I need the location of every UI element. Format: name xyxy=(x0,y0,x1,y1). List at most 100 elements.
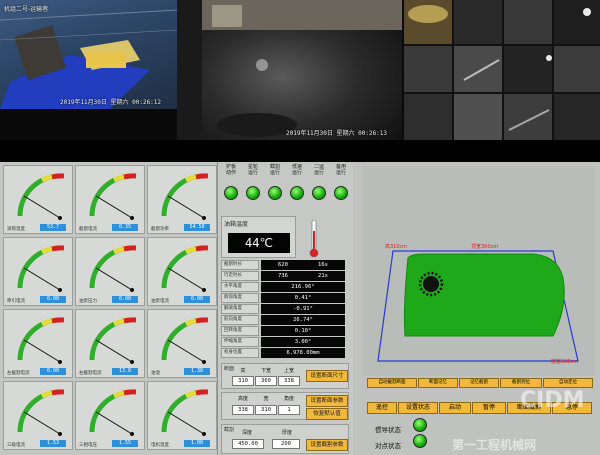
parameter-row: 行走时长 736 21s xyxy=(221,271,349,281)
status-lamp-icon xyxy=(290,186,304,200)
parameter-value: 26.74° xyxy=(261,315,345,325)
parameter-label: 回转角度 xyxy=(221,326,259,336)
gauge: 0.00 左截割电流 xyxy=(3,309,73,378)
cutting-thickness-field[interactable]: 200 xyxy=(272,439,300,449)
camera-1-scene xyxy=(0,9,177,109)
section-header-height: 高 xyxy=(240,368,246,374)
parameter-row: 机身位置 6.978.00mm xyxy=(221,348,349,358)
gauge-value: 0.00 xyxy=(112,296,138,303)
gauge-needle xyxy=(167,339,205,363)
parameter-label: 水平角度 xyxy=(221,282,259,292)
gauge-needle xyxy=(167,195,205,219)
status-lamp-group[interactable]: 二运 运行 xyxy=(309,164,329,200)
section-top-width-field[interactable]: 338 xyxy=(278,376,300,386)
section2-header-angle: 角度 xyxy=(283,396,294,402)
mode-button[interactable]: 自动截割断面 xyxy=(367,378,417,388)
cctv-wall: 机组二号-运输巷 2019年11月30日 星期六 00:26:12 2019年1… xyxy=(0,0,600,140)
restore-defaults-button[interactable]: 恢复默认值 xyxy=(306,408,348,420)
gauge: 13.8 右截割电流 xyxy=(75,309,145,378)
parameter-value-pair: 736 21s xyxy=(261,271,345,281)
alignment-indicator xyxy=(413,434,427,448)
parameter-value: 216.96° xyxy=(261,282,345,292)
parameter-value-b: 21s xyxy=(318,273,328,279)
status-lamp-group[interactable]: 星轮 运行 xyxy=(243,164,263,200)
gauge-needle xyxy=(95,339,133,363)
camera-feed-1[interactable]: 机组二号-运输巷 2019年11月30日 星期六 00:26:12 xyxy=(0,0,177,109)
parameter-row: 俯仰角度 0.41° xyxy=(221,293,349,303)
section2-height-field[interactable]: 338 xyxy=(232,405,254,415)
gauge-dial xyxy=(161,245,209,292)
status-lamp-icon xyxy=(334,186,348,200)
section2-angle-field[interactable]: 1 xyxy=(278,405,300,415)
gauge: 1.53 三级电流 xyxy=(3,381,73,450)
set-cutting-params-button[interactable]: 设置截割参数 xyxy=(306,439,348,451)
mode-button[interactable]: 截割到位 xyxy=(500,378,542,388)
status-lamp-icon xyxy=(246,186,260,200)
gauge-value: 0.35 xyxy=(112,224,138,231)
gauge-label: 油泵电流 xyxy=(151,299,169,304)
gauge-dial xyxy=(89,317,137,364)
parameter-label: 截割时长 xyxy=(221,260,259,270)
mode-button[interactable]: 记忆截割 xyxy=(459,378,499,388)
parameter-value-b: 16s xyxy=(318,262,328,268)
parameter-value: 0.10° xyxy=(261,326,345,336)
cutting-depth-field[interactable]: 450.00 xyxy=(232,439,264,449)
gauge-label: 三级电流 xyxy=(7,443,25,448)
control-button[interactable]: 遥控 xyxy=(367,402,397,414)
status-lamp-label: 星轮 运行 xyxy=(247,164,258,176)
gauge: 1.38 油温 xyxy=(147,309,217,378)
gauge-dial xyxy=(17,317,65,364)
section2-width-field[interactable]: 310 xyxy=(255,405,277,415)
camera-feed-2[interactable]: 2019年11月30日 星期六 00:26:13 xyxy=(202,0,402,140)
camera-1-label: 机组二号-运输巷 xyxy=(4,6,49,13)
camera-grid-tiles xyxy=(404,0,600,140)
section2-header-width: 宽 xyxy=(263,396,269,402)
gauge-label: 油温 xyxy=(151,371,160,376)
control-button[interactable]: 启动 xyxy=(439,402,471,414)
status-lamp-group[interactable]: 截割 运行 xyxy=(265,164,285,200)
gauge: 0.35 截割电流 xyxy=(75,165,145,234)
camera-2-scene xyxy=(202,0,402,137)
control-button[interactable]: 暂停 xyxy=(472,402,506,414)
gauge-label: 电机温度 xyxy=(151,443,169,448)
parameter-value: -0.91° xyxy=(261,304,345,314)
status-lamp-icon xyxy=(224,186,238,200)
gauge-needle xyxy=(23,339,61,363)
status-lamp-group[interactable]: 备用 运行 xyxy=(331,164,351,200)
gauge-dial xyxy=(161,389,209,436)
gauge-value: 0.00 xyxy=(40,296,66,303)
gauge-needle xyxy=(167,267,205,291)
parameter-row: 水平角度 216.96° xyxy=(221,282,349,292)
section-height-field[interactable]: 310 xyxy=(232,376,254,386)
camera-grid[interactable] xyxy=(404,0,600,140)
mode-button[interactable]: 断面记忆 xyxy=(418,378,458,388)
mode-button[interactable]: 自动定位 xyxy=(543,378,593,388)
gauge-dial xyxy=(17,173,65,220)
set-section-size-button[interactable]: 设置断面尺寸 xyxy=(306,370,348,382)
gauge-value: 1.00 xyxy=(184,440,210,447)
set-section-params-button[interactable]: 设置断面参数 xyxy=(306,395,348,407)
gauge-needle xyxy=(23,267,61,291)
parameter-value-a: 620 xyxy=(278,262,288,268)
gauge-label: 截割功率 xyxy=(151,227,169,232)
control-button[interactable]: 设置状态 xyxy=(398,402,438,414)
gauge-label: 三相电压 xyxy=(79,443,97,448)
parameter-value: 6.978.00mm xyxy=(261,348,345,358)
section-bottom-width-field[interactable]: 360 xyxy=(255,376,277,386)
status-lamp-group[interactable]: 铲板 动作 xyxy=(221,164,241,200)
gauge-label: 右截割电流 xyxy=(79,371,102,376)
label-height: 高310cm xyxy=(385,244,408,250)
parameter-value: 0.41° xyxy=(261,293,345,303)
gauge: 1.55 三相电压 xyxy=(75,381,145,450)
gauge: 54.50 截割功率 xyxy=(147,165,217,234)
camera-1-timestamp: 2019年11月30日 星期六 00:26:12 xyxy=(60,99,162,106)
parameter-value-pair: 620 16s xyxy=(261,260,345,270)
status-lamp-group[interactable]: 低速 运行 xyxy=(287,164,307,200)
hmi-panel: 53.7 滚筒温度 0.35 截割电流 54.50 截割功率 0.00 牵引电流 0.00 油泵压… xyxy=(0,162,600,455)
section-view[interactable]: 高310cm 顶宽360cm 底宽338cm xyxy=(363,166,595,376)
gauge-value: 54.50 xyxy=(184,224,210,231)
gauge: 1.00 电机温度 xyxy=(147,381,217,450)
parameter-row: 翻滚角度 -0.91° xyxy=(221,304,349,314)
screen-bezel xyxy=(0,140,600,162)
parameter-label: 俯仰角度 xyxy=(221,293,259,303)
